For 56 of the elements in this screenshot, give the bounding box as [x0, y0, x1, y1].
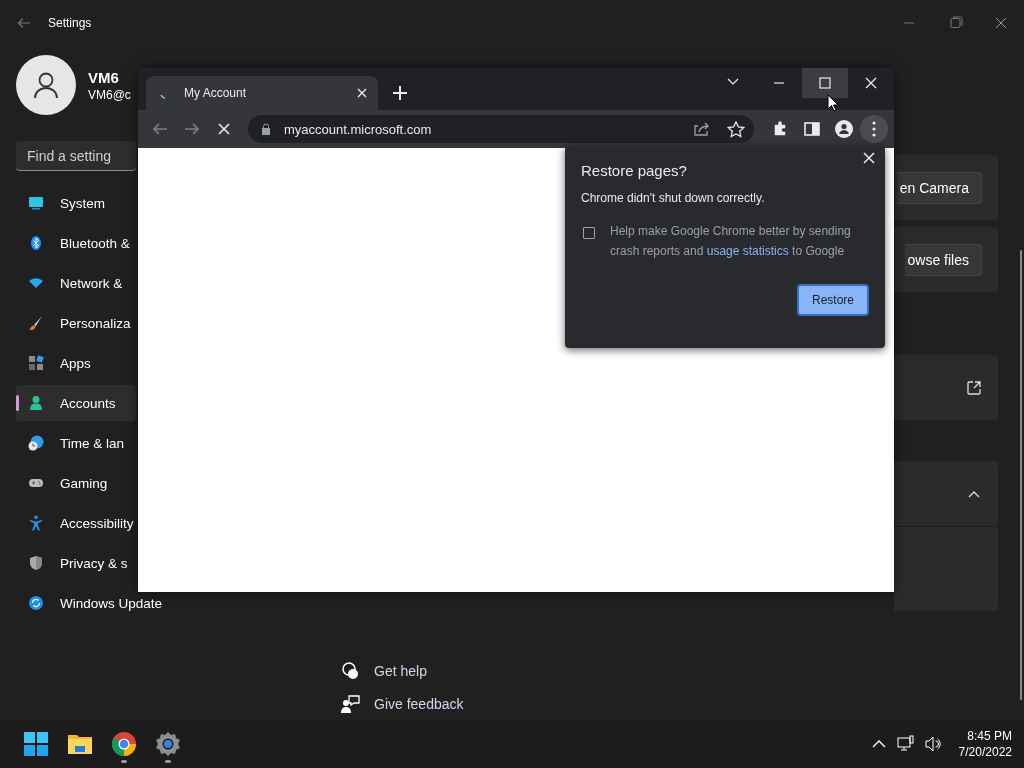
network-icon[interactable] — [896, 735, 915, 753]
accessibility-icon — [28, 515, 44, 531]
dialog-title: Restore pages? — [581, 162, 688, 179]
gear-icon — [155, 731, 181, 757]
close-button[interactable] — [863, 152, 875, 164]
apps-icon — [28, 355, 44, 371]
clock-date[interactable]: 7/20/2022 — [958, 744, 1012, 760]
cursor-icon — [827, 94, 839, 112]
wifi-icon — [28, 275, 44, 291]
settings-button[interactable]: en Camera — [896, 171, 982, 204]
settings-button[interactable]: owse files — [904, 243, 982, 276]
external-link-icon[interactable] — [966, 379, 982, 396]
menu-icon[interactable] — [860, 115, 888, 143]
consent-text: Help make Google Chrome better by sending crash reports and usage statistics to Google — [610, 223, 852, 260]
usage-statistics-link[interactable]: usage statistics — [706, 244, 789, 258]
browser-icon — [111, 731, 137, 757]
nav-item[interactable]: Accounts — [16, 385, 136, 421]
nav-item[interactable]: Privacy & s — [16, 545, 136, 581]
address-bar[interactable]: myaccount.microsoft.com — [248, 115, 754, 143]
update-icon — [28, 595, 44, 611]
nav-item[interactable]: Network & — [16, 265, 136, 301]
bluetooth-icon — [28, 235, 44, 251]
volume-icon[interactable] — [923, 735, 942, 753]
nav-item[interactable]: Windows Update — [16, 585, 167, 621]
nav-item[interactable]: Time & lan — [16, 425, 136, 461]
feedback-icon[interactable] — [340, 693, 360, 714]
monitor-icon — [28, 195, 44, 211]
help-link[interactable]: Get help — [374, 662, 427, 679]
checkbox[interactable] — [583, 227, 595, 239]
nav-item[interactable]: Gaming — [16, 465, 136, 501]
user-name: VM6 — [88, 68, 120, 86]
tab-title: My Account — [184, 86, 248, 100]
url-text: myaccount.microsoft.com — [284, 121, 433, 137]
search-field[interactable]: Find a setting — [16, 141, 136, 171]
scrollbar[interactable] — [1020, 250, 1022, 700]
person-icon — [28, 395, 44, 411]
help-link[interactable]: Give feedback — [374, 695, 464, 712]
dialog-message: Chrome didn't shut down correctly. — [581, 191, 766, 205]
browser-tab[interactable]: My Account — [146, 76, 378, 110]
nav-item[interactable]: Apps — [16, 345, 136, 381]
nav-item[interactable]: Bluetooth & — [16, 225, 136, 261]
window-title: Settings — [48, 16, 92, 30]
avatar — [16, 55, 76, 115]
user-email: VM6@c — [88, 87, 131, 102]
nav-item[interactable]: Personaliza — [16, 305, 136, 341]
close-icon[interactable] — [356, 87, 368, 99]
lock-icon — [260, 123, 272, 135]
clock-time[interactable]: 8:45 PM — [967, 728, 1012, 744]
clock-globe-icon — [28, 435, 44, 451]
shield-icon — [28, 555, 44, 571]
start-icon — [23, 731, 49, 757]
maximize-icon[interactable] — [802, 68, 848, 98]
restore-button[interactable]: Restore — [797, 284, 869, 316]
back-icon[interactable] — [16, 15, 32, 31]
nav-item[interactable]: Accessibility — [16, 505, 138, 541]
nav-item[interactable]: System — [16, 185, 136, 221]
